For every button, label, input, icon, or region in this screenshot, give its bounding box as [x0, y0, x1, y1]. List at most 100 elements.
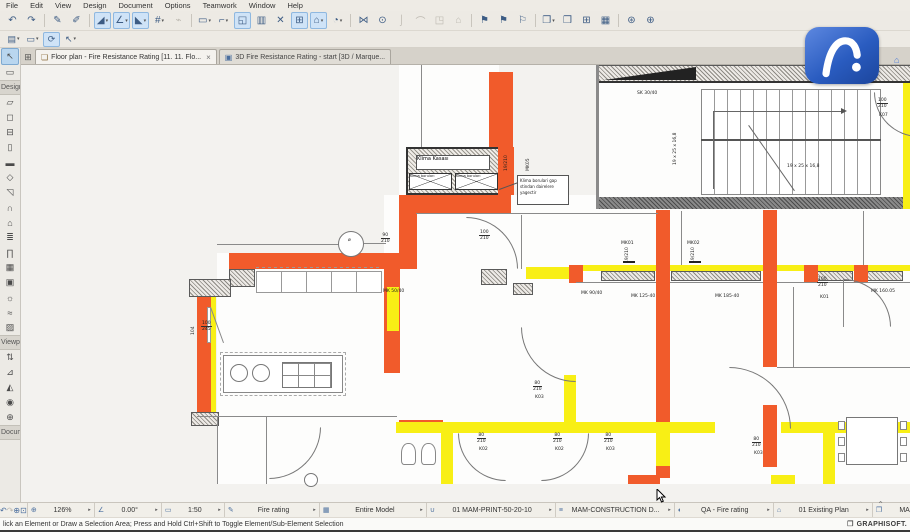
trim-icon[interactable]: ⋈: [355, 12, 372, 29]
floor-plan-canvas[interactable]: Klima Kasası Klima boruları Klima borula…: [21, 64, 910, 502]
organizer-icon[interactable]: ⊞: [578, 12, 595, 29]
find-select-icon[interactable]: ⊙: [374, 12, 391, 29]
dining-table[interactable]: [846, 417, 898, 465]
roof-tool-icon[interactable]: ◹: [0, 185, 20, 200]
guide-lines-icon[interactable]: ◢▾: [94, 12, 111, 29]
klima-pipe-box[interactable]: Klima boruları: [409, 173, 452, 190]
plan-element[interactable]: [191, 412, 219, 426]
menu-teamwork[interactable]: Teamwork: [197, 1, 243, 10]
stair-tool-icon[interactable]: ≣: [0, 230, 20, 245]
morph-tool-icon[interactable]: ⌂: [0, 215, 20, 230]
snap-guides-icon[interactable]: ∠▾: [113, 12, 130, 29]
schedules-icon[interactable]: ▦: [597, 12, 614, 29]
fit-in-window-icon[interactable]: ⊞: [291, 12, 308, 29]
plan-element[interactable]: [521, 215, 522, 269]
menu-document[interactable]: Document: [113, 1, 159, 10]
zoom-window-icon[interactable]: ⊡: [20, 503, 27, 517]
plan-element[interactable]: [229, 269, 255, 287]
home-icon[interactable]: ⌂: [894, 55, 899, 65]
plan-element[interactable]: [217, 244, 339, 245]
curtain-wall-tool-icon[interactable]: ▦: [0, 260, 20, 275]
plan-element[interactable]: [777, 367, 910, 368]
expand-panel-icon[interactable]: ⌃: [877, 500, 884, 509]
plan-element[interactable]: [656, 210, 670, 422]
plan-element[interactable]: [863, 211, 864, 265]
menu-edit[interactable]: Edit: [24, 1, 49, 10]
plan-element[interactable]: [564, 375, 576, 423]
plan-element[interactable]: [266, 417, 267, 484]
marquee-tool-icon[interactable]: ▭: [0, 65, 20, 80]
menu-view[interactable]: View: [49, 1, 77, 10]
3d-visualization-icon[interactable]: ⌂▾: [310, 12, 327, 29]
tab-3d-fire-rating[interactable]: ▣ 3D Fire Resistance Rating - start [3D …: [219, 49, 391, 64]
plan-element[interactable]: [217, 417, 218, 484]
plan-element[interactable]: [189, 279, 231, 297]
plan-element[interactable]: [713, 111, 714, 189]
column-tool-icon[interactable]: ▯: [0, 140, 20, 155]
inject-parameters-icon[interactable]: ✐: [68, 12, 85, 29]
lock-icon[interactable]: ⌐▾: [215, 12, 232, 29]
section-tool-icon[interactable]: ⇅: [0, 350, 20, 365]
plan-element[interactable]: [793, 287, 794, 367]
mesh-tool-icon[interactable]: ≈: [0, 305, 20, 320]
interior-elevation-tool-icon[interactable]: ◭: [0, 380, 20, 395]
plan-element[interactable]: [338, 231, 364, 257]
plan-element[interactable]: [771, 475, 795, 484]
scale-dropdown[interactable]: ▭1:50▸: [161, 503, 224, 517]
tab-overview-grid-icon[interactable]: ⊞: [21, 51, 35, 64]
plan-element[interactable]: [416, 213, 658, 214]
column-display-icon[interactable]: ▥: [253, 12, 270, 29]
plan-element[interactable]: [441, 433, 453, 484]
menu-options[interactable]: Options: [159, 1, 197, 10]
kitchen-island[interactable]: [223, 355, 343, 393]
plan-element[interactable]: [681, 211, 682, 265]
explode-icon[interactable]: ✕: [272, 12, 289, 29]
window-tool-icon[interactable]: ⊟: [0, 125, 20, 140]
plan-element[interactable]: [713, 111, 845, 112]
pen-set-dropdown[interactable]: ∪01 MAM-PRINT-50-20-10▸: [426, 503, 555, 517]
zoom-level-dropdown[interactable]: ⊕126%▸: [27, 503, 94, 517]
plan-element[interactable]: [670, 422, 715, 433]
xref-icon[interactable]: ⊕: [642, 12, 659, 29]
plan-element[interactable]: [841, 108, 847, 114]
rebuild-icon[interactable]: ◔▾: [329, 12, 346, 29]
klima-pipe-box[interactable]: Klima boruları: [455, 173, 498, 190]
lamp-tool-icon[interactable]: ☼: [0, 290, 20, 305]
camera-tool-icon[interactable]: ◉: [0, 395, 20, 410]
menu-window[interactable]: Window: [243, 1, 282, 10]
marquee-mode-icon[interactable]: ▭▾: [196, 12, 213, 29]
plan-element[interactable]: [701, 139, 881, 141]
plan-element[interactable]: [867, 271, 903, 281]
plan-element[interactable]: [256, 267, 382, 268]
plan-element[interactable]: [401, 443, 416, 465]
plan-element[interactable]: [256, 271, 382, 293]
rotate-view-icon[interactable]: ⟳: [43, 32, 60, 47]
plan-element[interactable]: [304, 473, 318, 487]
snap-points-icon[interactable]: ◣▾: [132, 12, 149, 29]
slab-tool-icon[interactable]: ◇: [0, 170, 20, 185]
graphic-override-dropdown[interactable]: ◐QA - Fire rating▸: [674, 503, 773, 517]
plan-element[interactable]: [804, 265, 818, 283]
plan-element[interactable]: [421, 443, 436, 465]
drawing-manager-icon[interactable]: ❒: [559, 12, 576, 29]
plan-element[interactable]: [489, 72, 513, 153]
grid-snap-icon[interactable]: #▾: [151, 12, 168, 29]
suspend-groups-icon[interactable]: ◱: [234, 12, 251, 29]
plan-element[interactable]: [628, 475, 660, 484]
plan-element[interactable]: [843, 279, 844, 327]
close-icon[interactable]: ×: [206, 53, 211, 62]
plan-element[interactable]: [701, 89, 881, 195]
plan-element[interactable]: [671, 271, 761, 281]
orientation-dropdown[interactable]: ∠0.00°▸: [94, 503, 161, 517]
plan-element[interactable]: [596, 65, 599, 209]
plan-element[interactable]: [569, 265, 583, 283]
go-back-icon[interactable]: ↶: [0, 503, 7, 517]
menu-help[interactable]: Help: [281, 1, 308, 10]
plan-element[interactable]: [601, 271, 655, 281]
shell-tool-icon[interactable]: ∩: [0, 200, 20, 215]
menu-file[interactable]: File: [0, 1, 24, 10]
railing-tool-icon[interactable]: ∏: [0, 245, 20, 260]
plan-element[interactable]: [526, 267, 574, 279]
plan-element[interactable]: [399, 195, 511, 213]
zone-tool-icon[interactable]: ▨: [0, 320, 20, 335]
